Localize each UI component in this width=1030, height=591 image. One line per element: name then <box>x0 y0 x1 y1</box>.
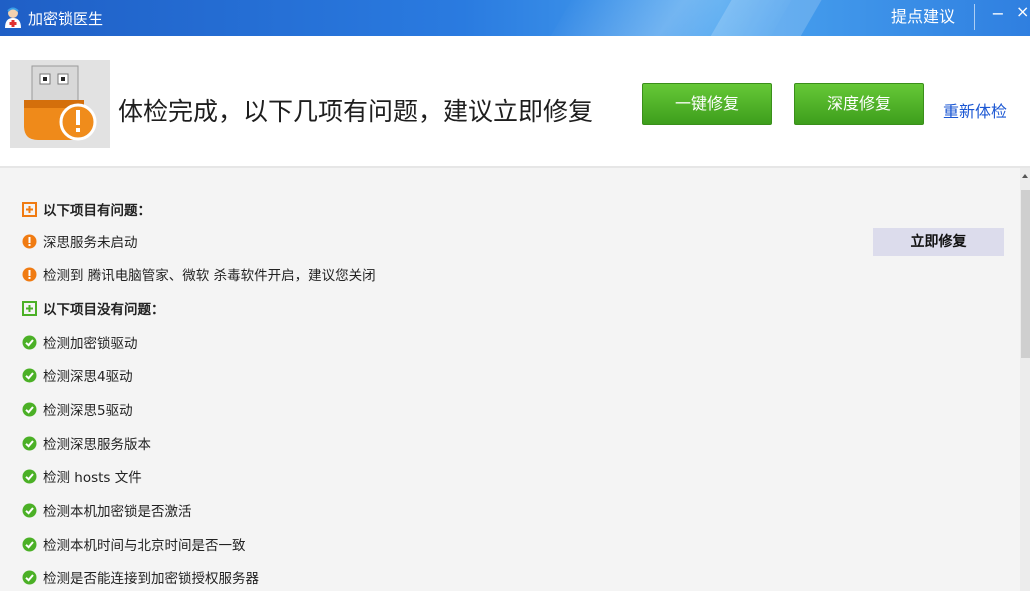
check-icon <box>22 503 37 517</box>
warning-icon <box>22 267 37 281</box>
dongle-warning-icon <box>10 60 110 148</box>
check-result-headline: 体检完成，以下几项有问题，建议立即修复 <box>118 97 594 126</box>
recheck-link[interactable]: 重新体检 <box>943 98 1007 122</box>
check-icon <box>22 402 37 416</box>
problem-item: 深思服务未启动 <box>22 231 138 253</box>
check-icon <box>22 368 37 382</box>
problems-section-title: 以下项目有问题： <box>22 199 151 221</box>
ok-item: 检测深思4驱动 <box>22 365 133 387</box>
one-key-fix-button[interactable]: 一键修复 <box>642 83 772 125</box>
scrollbar-thumb[interactable] <box>1021 190 1030 358</box>
check-icon <box>22 537 37 551</box>
window-title: 加密锁医生 <box>28 10 104 28</box>
warning-icon <box>22 234 37 248</box>
doctor-app-icon <box>5 7 21 28</box>
check-icon <box>22 436 37 450</box>
fix-now-button[interactable]: 立即修复 <box>873 228 1004 256</box>
problem-item: 检测到 腾讯电脑管家、微软 杀毒软件开启，建议您关闭 <box>22 264 376 286</box>
title-bar-divider <box>974 4 975 30</box>
ok-item: 检测深思5驱动 <box>22 399 133 421</box>
ok-item: 检测是否能连接到加密锁授权服务器 <box>22 567 259 589</box>
ok-item: 检测本机加密锁是否激活 <box>22 500 192 522</box>
orange-box-plus-icon <box>22 201 37 217</box>
result-header: 体检完成，以下几项有问题，建议立即修复 一键修复 深度修复 重新体检 <box>0 36 1030 167</box>
check-icon <box>22 570 37 584</box>
minimize-button[interactable]: − <box>988 4 1008 26</box>
ok-section-title: 以下项目没有问题： <box>22 298 165 320</box>
check-results-list: 以下项目有问题： 深思服务未启动 立即修复 检测到 腾讯电脑管家、微软 杀毒软件… <box>0 168 1020 591</box>
ok-item: 检测本机时间与北京时间是否一致 <box>22 534 246 556</box>
ok-item: 检测深思服务版本 <box>22 433 151 455</box>
ok-item: 检测加密锁驱动 <box>22 332 138 354</box>
green-box-plus-icon <box>22 300 37 316</box>
deep-fix-button[interactable]: 深度修复 <box>794 83 924 125</box>
title-bar: 加密锁医生 提点建议 − × <box>0 0 1030 36</box>
close-button[interactable]: × <box>1016 2 1030 24</box>
check-icon <box>22 335 37 349</box>
scroll-up-arrow-icon[interactable] <box>1021 172 1029 180</box>
feedback-link[interactable]: 提点建议 <box>891 3 955 27</box>
ok-item: 检测 hosts 文件 <box>22 466 142 488</box>
check-icon <box>22 469 37 483</box>
